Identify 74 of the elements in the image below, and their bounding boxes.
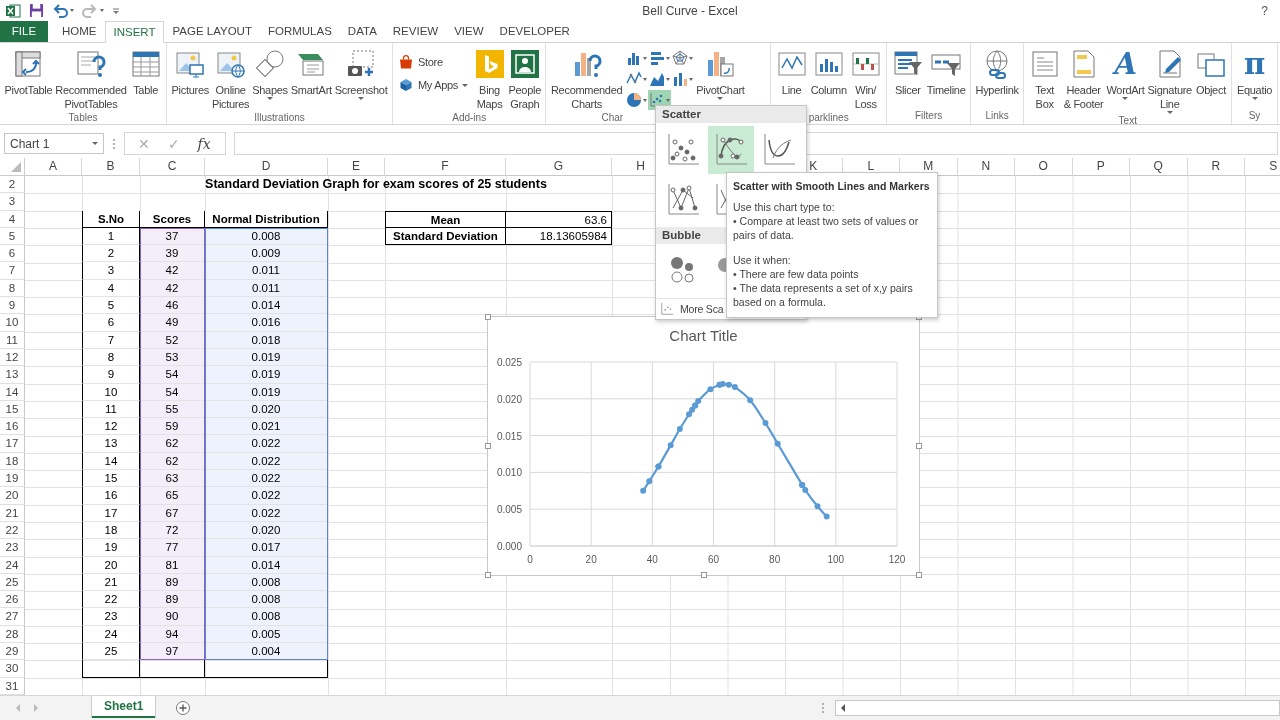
- group-label: Links: [984, 109, 1010, 123]
- table-cell: 0.016: [205, 314, 328, 332]
- table-cell: 0.021: [205, 418, 328, 436]
- window-title: Bell Curve - Excel: [641, 3, 739, 18]
- group-label: Filters: [914, 109, 944, 123]
- tick-label: 0.005: [496, 504, 522, 516]
- tick-label: 60: [707, 554, 720, 565]
- table-cell: 65: [140, 487, 205, 505]
- sheet-title: Standard Deviation Graph for exam scores of 25 students: [204, 176, 548, 193]
- table-cell: 59: [140, 418, 205, 436]
- table-cell: 15: [82, 470, 140, 488]
- table-cell: 12: [82, 418, 140, 436]
- table-cell: 23: [82, 608, 140, 626]
- group-label: Tables: [67, 111, 99, 124]
- table-cell: 13: [82, 435, 140, 453]
- table-cell: 63.6: [506, 210, 612, 228]
- tooltip-text: Use this chart type to:: [733, 200, 836, 214]
- table-cell: 0.022: [205, 470, 328, 488]
- tick-label: 0.010: [496, 467, 522, 479]
- table-cell: 77: [140, 539, 205, 557]
- table-cell: 0.022: [205, 487, 328, 505]
- table-cell: 0.022: [205, 435, 328, 453]
- tick-label: 40: [646, 554, 658, 565]
- tooltip-title: Scatter with Smooth Lines and Markers: [733, 180, 931, 192]
- group-label: Sy: [1247, 109, 1262, 123]
- table-cell: 63: [140, 470, 205, 488]
- tick-label: 0: [527, 554, 533, 565]
- group-label: Char: [601, 111, 624, 124]
- table-cell: 42: [140, 262, 205, 280]
- table-cell: 9: [82, 366, 140, 384]
- table-cell: 3: [82, 262, 140, 280]
- pi-icon: π: [1244, 48, 1265, 80]
- table-cell: 0.011: [205, 262, 328, 280]
- tick-label: 0.025: [496, 357, 522, 368]
- table-cell: 39: [140, 245, 205, 263]
- group-label: Text: [1117, 114, 1138, 127]
- tooltip-text: • There are few data points: [733, 267, 860, 281]
- table-cell: 89: [140, 591, 205, 609]
- tick-label: 120: [888, 554, 906, 565]
- table-cell: 2: [82, 245, 140, 263]
- group-label: Add-ins: [451, 111, 488, 124]
- group-label: parklines: [807, 111, 850, 124]
- table-cell: 46: [140, 297, 205, 315]
- table-cell: 16: [82, 487, 140, 505]
- letter-icon: A: [1114, 48, 1137, 80]
- table-cell: 62: [140, 435, 205, 453]
- table-cell: 90: [140, 608, 205, 626]
- group-label: Illustrations: [253, 111, 306, 124]
- tick-label: 0.015: [496, 430, 522, 442]
- table-header: Normal Distribution: [205, 210, 328, 228]
- table-cell: 0.009: [205, 245, 328, 263]
- table-cell: 0.008: [205, 608, 328, 626]
- tooltip-text: Use it when:: [733, 253, 792, 267]
- tick-label: 0.000: [496, 541, 522, 552]
- table-cell: Mean: [385, 210, 506, 228]
- table-cell: 0.017: [205, 539, 328, 557]
- table-cell: 0.019: [205, 366, 328, 384]
- tick-label: 0.020: [496, 393, 522, 405]
- table-cell: 5: [82, 297, 140, 315]
- table-header: Scores: [140, 210, 205, 228]
- table-cell: 49: [140, 314, 205, 332]
- table-cell: 0.008: [205, 591, 328, 609]
- tick-label: 20: [585, 554, 597, 565]
- table-header: S.No: [82, 210, 140, 228]
- tick-label: 80: [769, 554, 781, 565]
- table-cell: 54: [140, 366, 205, 384]
- table-cell: 19: [82, 539, 140, 557]
- table-cell: 25: [82, 643, 140, 661]
- section-header: Scatter: [656, 106, 806, 123]
- table-cell: 0.014: [205, 297, 328, 315]
- table-cell: 6: [82, 314, 140, 332]
- tick-label: 100: [827, 554, 845, 565]
- tooltip-text: • The data represents a set of x,y pairs based on a formula.: [733, 281, 914, 309]
- table-cell: 22: [82, 591, 140, 609]
